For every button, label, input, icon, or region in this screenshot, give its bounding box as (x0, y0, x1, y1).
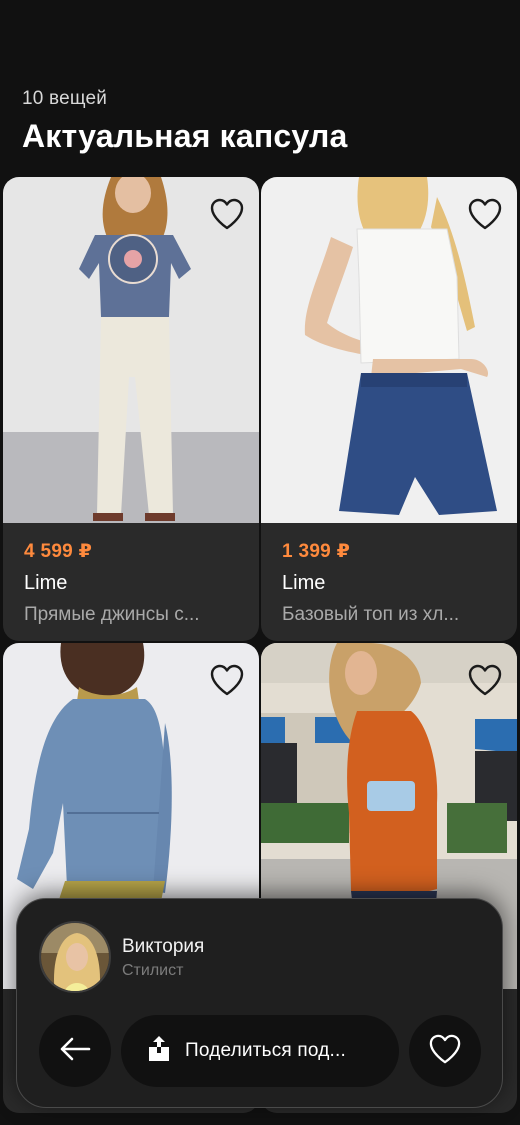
like-button[interactable] (409, 1015, 481, 1087)
stylist-role: Стилист (122, 962, 184, 979)
product-photo-jeans[interactable] (3, 177, 259, 523)
favorite-heart-icon[interactable] (467, 663, 503, 697)
items-count: 10 вещей (22, 88, 108, 109)
share-icon (147, 1035, 171, 1068)
stylist-panel: Виктория Стилист Поделиться под... (16, 898, 503, 1108)
share-label: Поделиться под... (185, 1040, 346, 1061)
product-description: Базовый топ из хл... (282, 604, 460, 625)
product-description: Прямые джинсы с... (24, 604, 200, 625)
product-info: 1 399 ₽ Lime Базовый топ из хл... (261, 523, 517, 641)
heart-icon (428, 1033, 462, 1070)
stylist-name: Виктория (122, 936, 205, 957)
back-button[interactable] (39, 1015, 111, 1087)
product-price: 4 599 ₽ (24, 541, 93, 562)
stylist-avatar[interactable] (39, 921, 111, 993)
favorite-heart-icon[interactable] (209, 197, 245, 231)
product-info: 4 599 ₽ Lime Прямые джинсы с... (3, 523, 259, 641)
product-photo-tank-top[interactable] (261, 177, 517, 523)
product-brand: Lime (282, 572, 326, 594)
product-price: 1 399 ₽ (282, 541, 351, 562)
page-header: 10 вещей Актуальная капсула (22, 88, 348, 155)
page-title: Актуальная капсула (22, 118, 348, 154)
favorite-heart-icon[interactable] (467, 197, 503, 231)
product-card[interactable]: 1 399 ₽ Lime Базовый топ из хл... (261, 177, 517, 641)
arrow-left-icon (59, 1037, 91, 1066)
favorite-heart-icon[interactable] (209, 663, 245, 697)
product-brand: Lime (24, 572, 68, 594)
product-card[interactable]: 4 599 ₽ Lime Прямые джинсы с... (3, 177, 259, 641)
share-button[interactable]: Поделиться под... (121, 1015, 399, 1087)
